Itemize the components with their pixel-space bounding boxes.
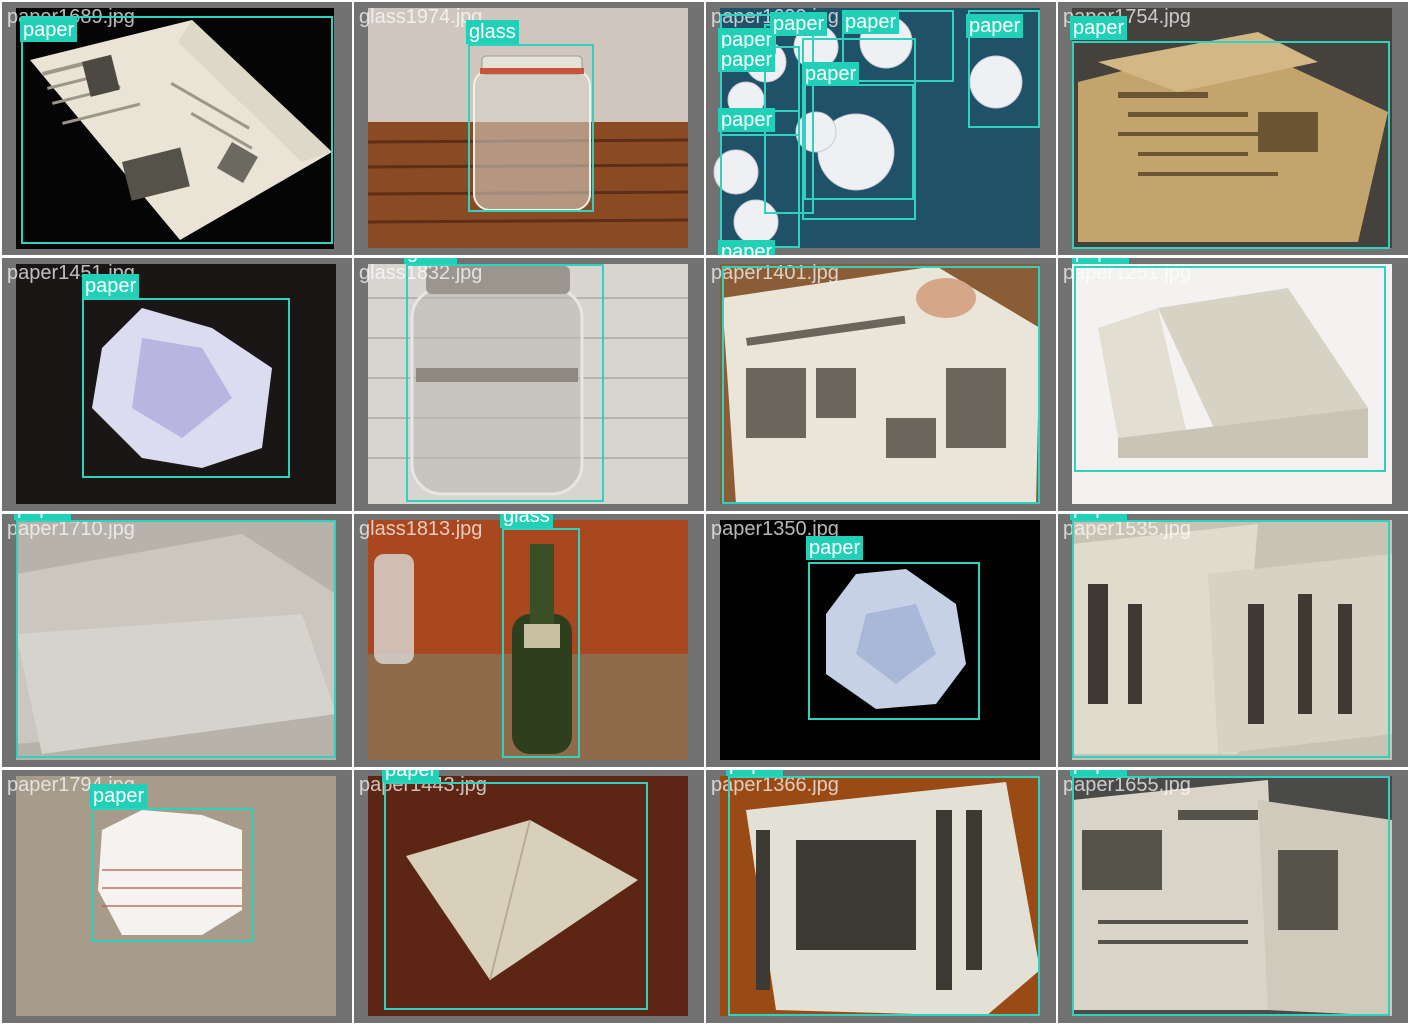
bbox-class-label: paper bbox=[14, 514, 72, 520]
tile-paper1451[interactable]: paper1451.jpg paper bbox=[2, 258, 352, 511]
detection-mosaic: paper1689.jpg paper glass1974.jpg glass bbox=[0, 0, 1408, 1024]
bbox-glass[interactable] bbox=[406, 264, 604, 502]
tile-paper1689[interactable]: paper1689.jpg paper bbox=[2, 2, 352, 255]
bbox-class-label: paper bbox=[1070, 770, 1128, 776]
bbox-class-label: paper bbox=[770, 12, 828, 36]
bbox-paper[interactable] bbox=[1072, 41, 1390, 249]
bbox-class-label: paper bbox=[382, 770, 440, 782]
tile-paper1366[interactable]: paper1366.jpg paper bbox=[706, 770, 1056, 1023]
bbox-class-label: paper bbox=[718, 108, 776, 132]
bbox-paper[interactable] bbox=[82, 298, 290, 478]
tile-paper1443[interactable]: paper1443.jpg paper bbox=[354, 770, 704, 1023]
bbox-class-label: paper bbox=[806, 536, 864, 560]
bbox-paper[interactable] bbox=[92, 808, 254, 942]
bbox-paper[interactable] bbox=[16, 520, 336, 758]
bbox-class-label: paper bbox=[718, 48, 776, 72]
tile-paper1794[interactable]: paper1794.jpg paper bbox=[2, 770, 352, 1023]
bbox-paper[interactable] bbox=[384, 782, 648, 1010]
bbox-class-label: glass bbox=[404, 258, 457, 264]
bbox-class-label: glass bbox=[466, 20, 519, 44]
bbox-paper[interactable] bbox=[722, 266, 1040, 504]
bbox-class-label: paper bbox=[82, 274, 140, 298]
bbox-paper[interactable] bbox=[21, 16, 333, 244]
bbox-class-label: paper bbox=[726, 770, 784, 776]
tile-paper1699[interactable]: paper1699.jpg paper paper paper paper pa… bbox=[706, 2, 1056, 255]
bbox-paper[interactable] bbox=[1074, 266, 1386, 472]
tile-paper1350[interactable]: paper1350.jpg paper bbox=[706, 514, 1056, 767]
tile-paper1251[interactable]: paper1251.jpg paper bbox=[1058, 258, 1408, 511]
tile-glass1832[interactable]: glass1832.jpg glass bbox=[354, 258, 704, 511]
tile-glass1813[interactable]: glass1813.jpg glass bbox=[354, 514, 704, 767]
bbox-class-label: paper bbox=[1070, 16, 1128, 40]
bbox-paper[interactable] bbox=[1072, 520, 1390, 758]
bbox-class-label: paper bbox=[1072, 258, 1130, 264]
bbox-paper[interactable] bbox=[808, 562, 980, 720]
tile-paper1754[interactable]: paper1754.jpg paper bbox=[1058, 2, 1408, 255]
tile-paper1401[interactable]: paper1401.jpg bbox=[706, 258, 1056, 511]
bbox-class-label: paper bbox=[718, 240, 776, 255]
bbox-class-label: paper bbox=[842, 10, 900, 34]
tile-glass1974[interactable]: glass1974.jpg glass bbox=[354, 2, 704, 255]
bbox-class-label: paper bbox=[20, 18, 78, 42]
bbox-class-label: paper bbox=[966, 14, 1024, 38]
bbox-class-label: glass bbox=[500, 514, 553, 528]
bbox-class-label: paper bbox=[90, 784, 148, 808]
bbox-paper[interactable] bbox=[804, 84, 914, 200]
bbox-glass[interactable] bbox=[502, 528, 580, 758]
bbox-glass[interactable] bbox=[468, 44, 594, 212]
tile-paper1535[interactable]: paper1535.jpg paper bbox=[1058, 514, 1408, 767]
bbox-class-label: paper bbox=[1070, 514, 1128, 520]
bbox-paper[interactable] bbox=[728, 776, 1040, 1016]
bbox-paper[interactable] bbox=[1072, 776, 1390, 1016]
tile-paper1655[interactable]: paper1655.jpg paper bbox=[1058, 770, 1408, 1023]
bbox-class-label: paper bbox=[802, 62, 860, 86]
tile-paper1710[interactable]: paper1710.jpg paper bbox=[2, 514, 352, 767]
